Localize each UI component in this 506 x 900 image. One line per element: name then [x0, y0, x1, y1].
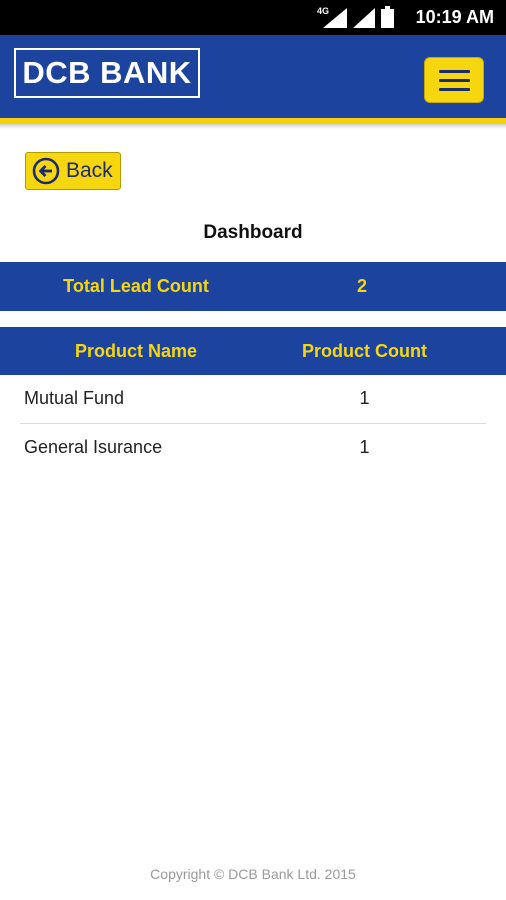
- signal-4g-icon: 4G: [317, 6, 347, 28]
- status-icons: 4G: [317, 6, 394, 28]
- table-row: Mutual Fund 1: [20, 375, 486, 424]
- hamburger-line: [439, 79, 470, 82]
- menu-button[interactable]: [424, 57, 484, 103]
- status-bar: 4G 10:19 AM: [0, 0, 506, 35]
- product-table-body: Mutual Fund 1 General Isurance 1: [20, 375, 486, 472]
- bank-logo: DCB BANK: [14, 48, 200, 98]
- lead-count-value: 2: [356, 276, 367, 296]
- status-time: 10:19 AM: [415, 7, 494, 27]
- lead-count-bar: Total Lead Count 2: [0, 262, 506, 311]
- copyright-footer: Copyright © DCB Bank Ltd. 2015: [150, 866, 356, 882]
- signal-icon: [353, 8, 375, 28]
- table-row: General Isurance 1: [20, 424, 486, 472]
- network-label: 4G: [317, 6, 330, 16]
- product-name-cell: Mutual Fund: [24, 388, 125, 408]
- hamburger-menu-icon: [439, 70, 470, 73]
- back-label: Back: [66, 159, 113, 182]
- header-shadow: [0, 124, 506, 129]
- battery-icon: [381, 6, 394, 28]
- header-product-name: Product Name: [74, 341, 198, 361]
- header-product-count: Product Count: [302, 341, 427, 361]
- product-count-cell: 1: [359, 388, 370, 408]
- page-title: Dashboard: [203, 222, 303, 243]
- back-button[interactable]: Back: [25, 152, 121, 190]
- lead-count-label: Total Lead Count: [63, 276, 209, 296]
- product-count-cell: 1: [359, 437, 370, 457]
- product-table-header: Product Name Product Count: [0, 327, 506, 375]
- arrow-left-circle-icon: [32, 157, 60, 185]
- product-name-cell: General Isurance: [24, 437, 163, 457]
- hamburger-line: [439, 88, 470, 91]
